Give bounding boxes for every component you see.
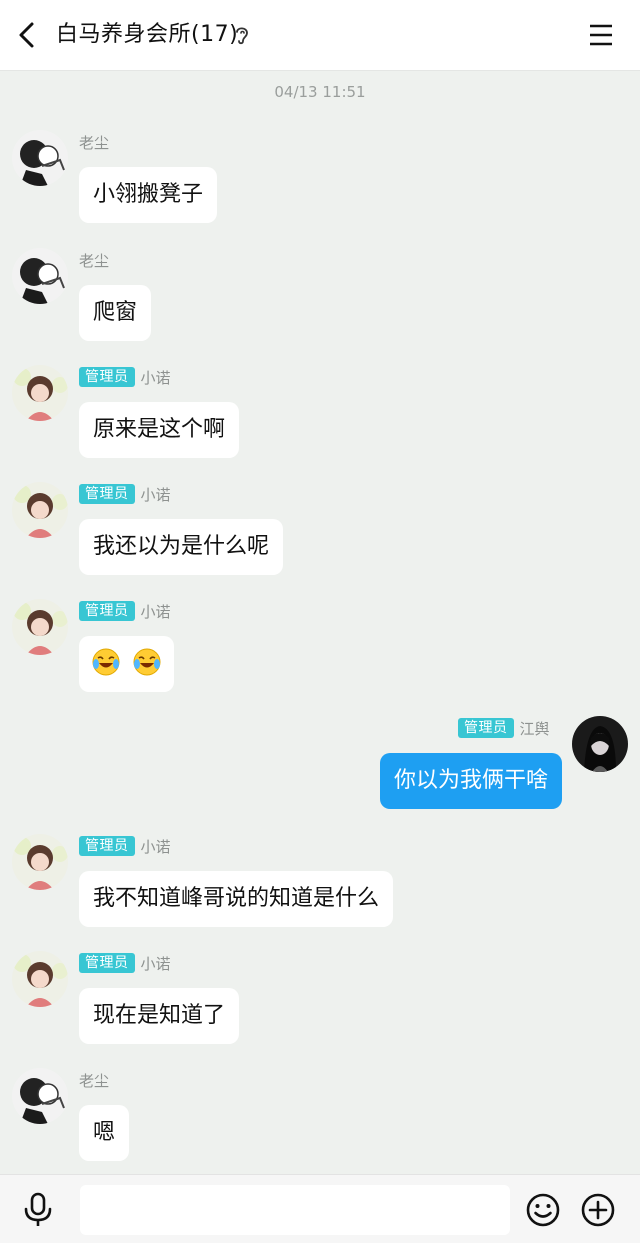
message-row: 老尘 爬窗 (0, 248, 640, 348)
sender-name: 小诺 (140, 602, 171, 621)
message-bubble[interactable]: 原来是这个啊 (79, 402, 240, 458)
sender-name: 老尘 (79, 251, 110, 270)
admin-badge: 管理员 (79, 953, 135, 973)
plus-circle-icon[interactable] (580, 1192, 616, 1228)
avatar-xiaonuo[interactable] (12, 834, 68, 890)
sender-name: 江舆 (519, 719, 550, 738)
sender-name: 小诺 (140, 954, 171, 973)
hamburger-menu-icon[interactable] (588, 22, 614, 48)
message-meta: 老尘 (79, 130, 109, 154)
avatar-xiaonuo[interactable] (12, 599, 68, 655)
avatar-xiaonuo[interactable] (12, 365, 68, 421)
message-bubble[interactable]: 爬窗 (79, 285, 152, 341)
microphone-icon[interactable] (22, 1192, 54, 1228)
avatar-jiangyu[interactable] (572, 716, 628, 772)
admin-badge: 管理员 (79, 484, 135, 504)
admin-badge: 管理员 (458, 718, 514, 738)
input-bar (0, 1174, 640, 1243)
chat-title[interactable]: 白马养身会所(17) (56, 20, 238, 50)
message-meta: 管理员 小诺 (79, 951, 171, 975)
message-row: 管理员 小诺 我不知道峰哥说的知道是什么 (0, 834, 640, 934)
message-bubble[interactable]: 我不知道峰哥说的知道是什么 (79, 871, 394, 927)
message-row: 管理员 小诺 原来是这个啊 (0, 365, 640, 465)
message-meta: 管理员 江舆 (458, 716, 550, 740)
sender-name: 小诺 (140, 837, 171, 856)
laughing-tears-emoji (133, 648, 161, 676)
admin-badge: 管理员 (79, 367, 135, 387)
message-meta: 老尘 (79, 1068, 109, 1092)
avatar-laochen[interactable] (12, 248, 68, 304)
laughing-tears-emoji (92, 648, 120, 676)
message-meta: 老尘 (79, 248, 109, 272)
admin-badge: 管理员 (79, 836, 135, 856)
sender-name: 小诺 (140, 485, 171, 504)
message-row: 老尘 嗯 (0, 1068, 640, 1168)
message-bubble[interactable]: 我还以为是什么呢 (79, 519, 284, 575)
smiley-icon[interactable] (525, 1192, 561, 1228)
message-bubble[interactable]: 小翎搬凳子 (79, 167, 218, 223)
message-bubble[interactable] (79, 636, 174, 692)
message-meta: 管理员 小诺 (79, 834, 171, 858)
message-row: 管理员 小诺 (0, 599, 640, 699)
message-meta: 管理员 小诺 (79, 482, 171, 506)
message-row: 管理员 小诺 我还以为是什么呢 (0, 482, 640, 582)
sender-name: 老尘 (79, 1071, 110, 1090)
chat-header: 白马养身会所(17) (0, 0, 640, 71)
sender-name: 小诺 (140, 368, 171, 387)
avatar-xiaonuo[interactable] (12, 951, 68, 1007)
avatar-xiaonuo[interactable] (12, 482, 68, 538)
sender-name: 老尘 (79, 133, 110, 152)
message-bubble-mine[interactable]: 你以为我俩干啥 (379, 753, 562, 809)
admin-badge: 管理员 (79, 601, 135, 621)
message-row-mine: 管理员 江舆 你以为我俩干啥 (0, 716, 640, 816)
message-meta: 管理员 小诺 (79, 599, 171, 623)
message-meta: 管理员 小诺 (79, 365, 171, 389)
avatar-laochen[interactable] (12, 130, 68, 186)
ear-icon (236, 27, 248, 45)
avatar-laochen[interactable] (12, 1068, 68, 1124)
message-bubble[interactable]: 嗯 (79, 1105, 130, 1161)
back-icon[interactable] (14, 20, 42, 50)
message-timestamp: 04/13 11:51 (274, 83, 366, 101)
message-bubble[interactable]: 现在是知道了 (79, 988, 240, 1044)
message-input[interactable] (80, 1185, 510, 1235)
message-row: 老尘 小翎搬凳子 (0, 130, 640, 230)
message-row: 管理员 小诺 现在是知道了 (0, 951, 640, 1051)
